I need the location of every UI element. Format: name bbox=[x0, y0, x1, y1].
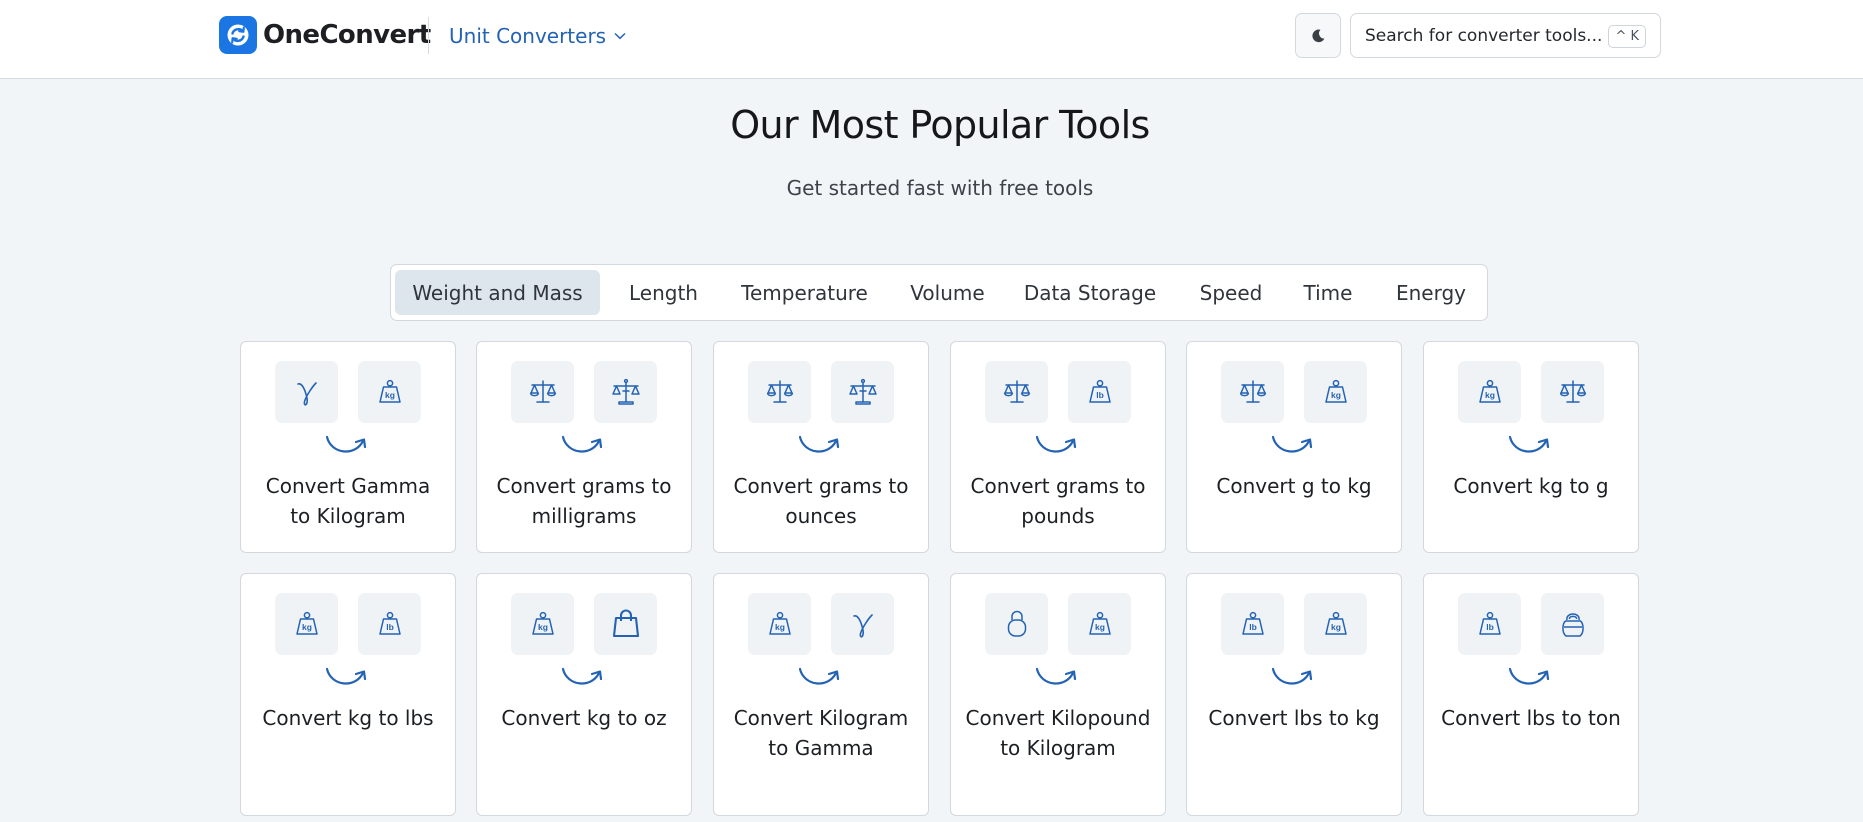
scale-icon bbox=[511, 361, 574, 423]
convert-arrow-icon bbox=[561, 667, 603, 685]
theme-toggle-button[interactable] bbox=[1295, 13, 1341, 58]
kg-weight-icon bbox=[358, 361, 421, 423]
chevron-down-icon bbox=[614, 32, 626, 40]
scale-icon bbox=[748, 361, 811, 423]
tool-card-label: Convert kg to oz bbox=[501, 706, 667, 730]
convert-arrow-icon bbox=[1271, 667, 1313, 685]
tool-card-label: Convert kg to g bbox=[1453, 474, 1609, 498]
kg-weight-icon bbox=[1458, 361, 1521, 423]
tab-volume[interactable]: Volume bbox=[898, 270, 997, 315]
tool-card[interactable]: Convert grams to ounces bbox=[713, 341, 929, 553]
tool-card-label: Convert grams to pounds bbox=[970, 474, 1146, 528]
bag-icon bbox=[594, 593, 657, 655]
tool-card-label: Convert grams to milligrams bbox=[496, 474, 672, 528]
header-divider bbox=[428, 17, 429, 54]
convert-arrow-icon bbox=[1271, 435, 1313, 453]
tool-card[interactable]: Convert g to kg bbox=[1186, 341, 1402, 553]
tool-card[interactable]: Convert grams to pounds bbox=[950, 341, 1166, 553]
tool-card[interactable]: Convert lbs to ton bbox=[1423, 573, 1639, 816]
unit-converters-label: Unit Converters bbox=[449, 24, 607, 48]
tool-card-label: Convert g to kg bbox=[1216, 474, 1372, 498]
tool-card-label: Convert kg to lbs bbox=[262, 706, 434, 730]
lb-weight-icon bbox=[1221, 593, 1284, 655]
oneconvert-logo[interactable]: OneConvert bbox=[219, 16, 431, 54]
tool-card[interactable]: Convert Gamma to Kilogram bbox=[240, 341, 456, 553]
tool-card[interactable]: Convert lbs to kg bbox=[1186, 573, 1402, 816]
category-tabs: Weight and Mass Length Temperature Volum… bbox=[390, 264, 1488, 321]
logo-text: OneConvert bbox=[263, 20, 431, 50]
convert-arrow-icon bbox=[798, 667, 840, 685]
tool-card-label: Convert Gamma to Kilogram bbox=[265, 474, 431, 528]
scale-icon bbox=[985, 361, 1048, 423]
tab-data-storage[interactable]: Data Storage bbox=[1011, 270, 1169, 315]
tool-card[interactable]: Convert kg to oz bbox=[476, 573, 692, 816]
tab-length[interactable]: Length bbox=[614, 270, 713, 315]
tab-energy[interactable]: Energy bbox=[1379, 270, 1483, 315]
kg-weight-icon bbox=[748, 593, 811, 655]
gamma-icon bbox=[831, 593, 894, 655]
convert-arrow-icon bbox=[798, 435, 840, 453]
convert-arrow-icon bbox=[1035, 435, 1077, 453]
kg-weight-icon bbox=[275, 593, 338, 655]
page-subtitle: Get started fast with free tools bbox=[786, 176, 1094, 200]
tool-card[interactable]: Convert Kilopound to Kilogram bbox=[950, 573, 1166, 816]
tool-card-label: Convert lbs to kg bbox=[1208, 706, 1380, 730]
kg-weight-icon bbox=[1068, 593, 1131, 655]
convert-arrow-icon bbox=[561, 435, 603, 453]
scale-icon bbox=[1541, 361, 1604, 423]
scale-stand-icon bbox=[594, 361, 657, 423]
tool-card[interactable]: Convert grams to milligrams bbox=[476, 341, 692, 553]
tab-temperature[interactable]: Temperature bbox=[727, 270, 882, 315]
lb-weight-icon bbox=[358, 593, 421, 655]
kettlebell-icon bbox=[1541, 593, 1604, 655]
kg-weight-icon bbox=[511, 593, 574, 655]
tool-card-label: Convert grams to ounces bbox=[733, 474, 909, 528]
scale-icon bbox=[1221, 361, 1284, 423]
unit-converters-menu[interactable]: Unit Converters bbox=[449, 22, 626, 50]
scale-stand-icon bbox=[831, 361, 894, 423]
convert-arrow-icon bbox=[325, 435, 367, 453]
top-header: OneConvert Unit Converters Search for co… bbox=[0, 0, 1863, 79]
tab-time[interactable]: Time bbox=[1291, 270, 1365, 315]
search-button[interactable]: Search for converter tools... ^ K bbox=[1350, 13, 1661, 58]
refresh-logo-icon bbox=[219, 16, 257, 54]
tool-card[interactable]: Convert kg to g bbox=[1423, 341, 1639, 553]
convert-arrow-icon bbox=[1508, 667, 1550, 685]
kg-weight-icon bbox=[1304, 593, 1367, 655]
tool-card-label: Convert lbs to ton bbox=[1441, 706, 1621, 730]
lb-weight-icon bbox=[1458, 593, 1521, 655]
lb-weight-icon bbox=[1068, 361, 1131, 423]
tool-card-label: Convert Kilogram to Gamma bbox=[733, 706, 909, 760]
convert-arrow-icon bbox=[1035, 667, 1077, 685]
padlock-weight-icon bbox=[985, 593, 1048, 655]
kg-weight-icon bbox=[1304, 361, 1367, 423]
convert-arrow-icon bbox=[1508, 435, 1550, 453]
search-shortcut-badge: ^ K bbox=[1608, 25, 1646, 48]
moon-icon bbox=[1312, 29, 1325, 42]
gamma-icon bbox=[275, 361, 338, 423]
tool-card[interactable]: Convert Kilogram to Gamma bbox=[713, 573, 929, 816]
tab-speed[interactable]: Speed bbox=[1185, 270, 1277, 315]
search-placeholder: Search for converter tools... bbox=[1365, 25, 1603, 46]
tool-card-label: Convert Kilopound to Kilogram bbox=[965, 706, 1151, 760]
convert-arrow-icon bbox=[325, 667, 367, 685]
tab-weight-and-mass[interactable]: Weight and Mass bbox=[395, 270, 600, 315]
tool-card[interactable]: Convert kg to lbs bbox=[240, 573, 456, 816]
page-title: Our Most Popular Tools bbox=[730, 103, 1150, 147]
